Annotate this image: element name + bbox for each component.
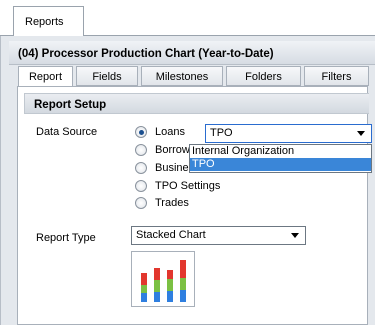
tab-reports-label: Reports bbox=[25, 16, 64, 28]
tab-report[interactable]: Report bbox=[18, 66, 73, 87]
tab-report-label: Report bbox=[28, 71, 63, 83]
chevron-down-icon[interactable] bbox=[357, 131, 365, 136]
tab-milestones[interactable]: Milestones bbox=[141, 66, 223, 86]
tab-fields[interactable]: Fields bbox=[76, 66, 138, 86]
radio-business-control[interactable] bbox=[135, 162, 147, 174]
panel-title: (04) Processor Production Chart (Year-to… bbox=[9, 41, 375, 65]
tab-folders[interactable]: Folders bbox=[226, 66, 301, 86]
radio-loans[interactable]: Loans bbox=[135, 125, 185, 139]
tab-milestones-label: Milestones bbox=[155, 71, 209, 83]
tab-filters[interactable]: Filters bbox=[304, 66, 369, 86]
radio-borrower-control[interactable] bbox=[135, 144, 147, 156]
radio-tpo-settings-label: TPO Settings bbox=[155, 180, 221, 192]
report-type-label: Report Type bbox=[36, 232, 96, 244]
radio-trades-control[interactable] bbox=[135, 197, 147, 209]
dropdown-option-internal-organization[interactable]: Internal Organization bbox=[190, 145, 371, 158]
report-type-select-value: Stacked Chart bbox=[136, 229, 206, 241]
data-source-select-value: TPO bbox=[210, 127, 233, 139]
radio-borrower[interactable]: Borrowe bbox=[135, 143, 196, 157]
data-source-label: Data Source bbox=[36, 126, 98, 138]
report-type-select[interactable]: Stacked Chart bbox=[131, 226, 306, 245]
radio-tpo-settings[interactable]: TPO Settings bbox=[135, 179, 220, 193]
radio-loans-label: Loans bbox=[155, 126, 185, 138]
chevron-down-icon[interactable] bbox=[291, 233, 299, 238]
radio-tpo-settings-control[interactable] bbox=[135, 180, 147, 192]
tab-reports[interactable]: Reports bbox=[13, 6, 84, 37]
tab-folders-label: Folders bbox=[245, 71, 282, 83]
report-setup-header: Report Setup bbox=[24, 93, 369, 114]
tab-fields-label: Fields bbox=[92, 71, 122, 83]
radio-trades[interactable]: Trades bbox=[135, 196, 189, 210]
stacked-chart-icon[interactable] bbox=[131, 251, 195, 307]
tab-filters-label: Filters bbox=[321, 71, 352, 83]
data-source-select[interactable]: TPO bbox=[205, 124, 372, 143]
radio-trades-label: Trades bbox=[155, 197, 189, 209]
outer-tab-strip: Reports bbox=[0, 0, 375, 37]
data-source-dropdown-list: Internal Organization TPO bbox=[189, 144, 372, 173]
radio-loans-control[interactable] bbox=[135, 126, 147, 138]
dropdown-option-tpo[interactable]: TPO bbox=[190, 158, 371, 171]
